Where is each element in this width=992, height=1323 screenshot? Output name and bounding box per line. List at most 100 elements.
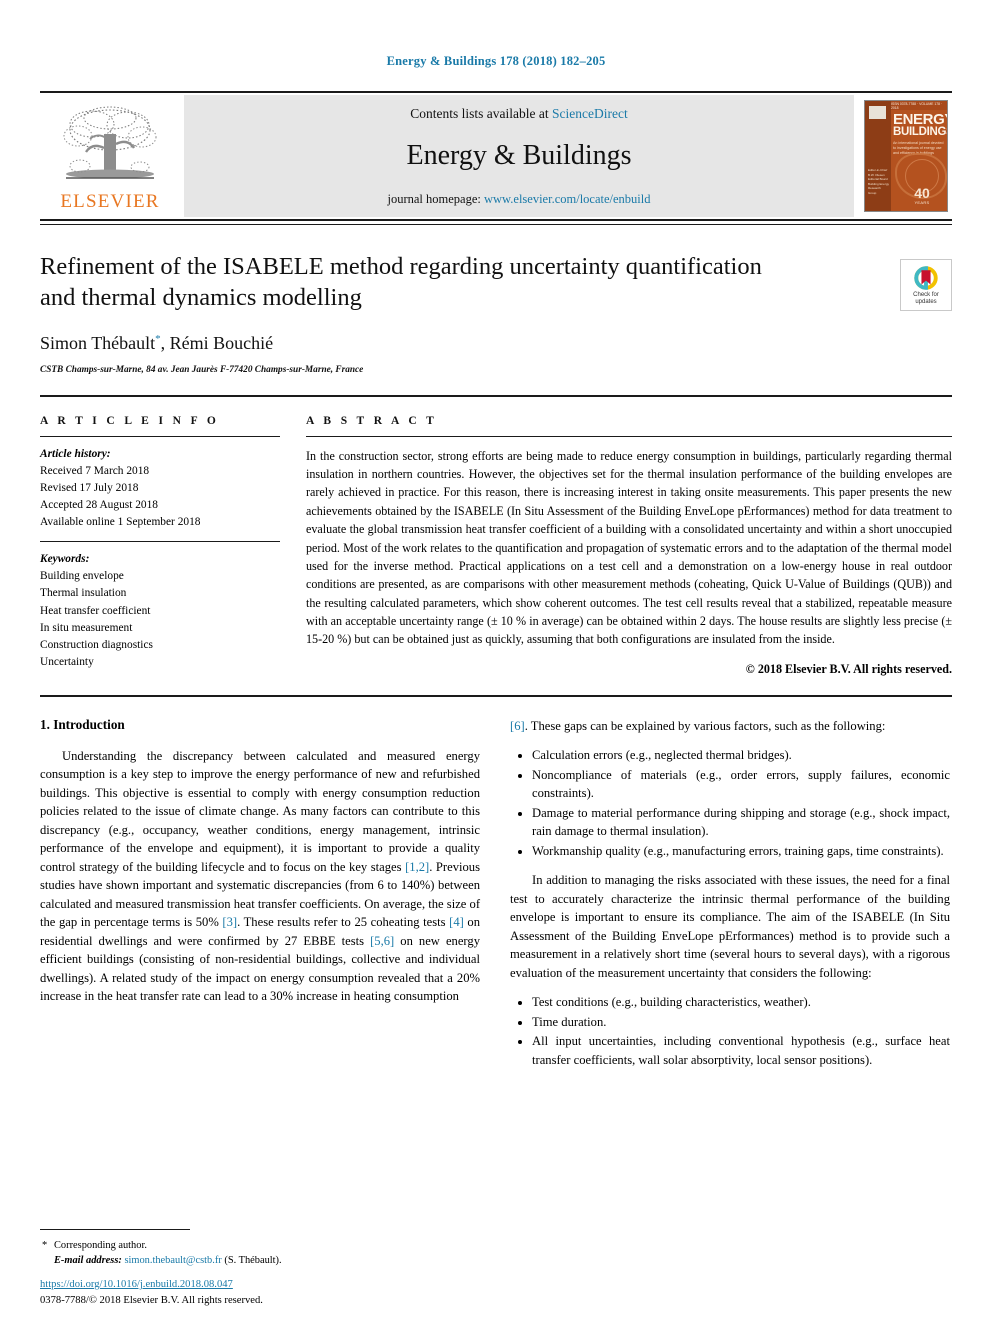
- journal-title: Energy & Buildings: [406, 139, 632, 171]
- crossmark-icon: [914, 265, 938, 290]
- author-list: Simon Thébault*, Rémi Bouchié: [40, 333, 952, 354]
- abstract-text: In the construction sector, strong effor…: [306, 448, 952, 647]
- keyword-item: Uncertainty: [40, 655, 94, 668]
- article-info-panel: A R T I C L E I N F O Article history: R…: [40, 415, 280, 677]
- factors-bullet-list: Calculation errors (e.g., neglected ther…: [510, 746, 950, 860]
- info-abstract-section: A R T I C L E I N F O Article history: R…: [40, 415, 952, 677]
- uncertainty-considerations-list: Test conditions (e.g., building characte…: [510, 993, 950, 1069]
- anniversary-label: YEARS: [914, 200, 930, 205]
- cover-title-line2: BUILDINGS: [893, 126, 948, 138]
- article-first-page: Energy & Buildings 178 (2018) 182–205 EL…: [0, 0, 992, 1323]
- intro-paragraph-left: Understanding the discrepancy between ca…: [40, 747, 480, 1006]
- journal-homepage-link[interactable]: www.elsevier.com/locate/enbuild: [484, 192, 651, 206]
- cover-top-rule: ISSN 0378-7788 · VOLUME 178 · 2018: [891, 101, 947, 110]
- footnote-marker: *: [42, 1239, 48, 1251]
- cover-left-panel: Editor-in-Chief B.W. Olesen Editorial Bo…: [865, 101, 891, 211]
- keyword-item: Construction diagnostics: [40, 638, 153, 651]
- article-info-rule: [40, 435, 280, 437]
- cover-editors-text: Editor-in-Chief B.W. Olesen Editorial Bo…: [868, 168, 890, 195]
- citation-ref-1-2[interactable]: [1,2]: [405, 860, 429, 874]
- email-suffix: (S. Thébault).: [224, 1255, 282, 1267]
- title-bottom-rule: [40, 394, 952, 397]
- crossmark-line1: Check for: [913, 291, 939, 298]
- cover-title-line1: ENERGY: [893, 111, 948, 128]
- sciencedirect-link[interactable]: ScienceDirect: [552, 106, 628, 121]
- cover-title: ENERGY BUILDINGS: [893, 111, 948, 139]
- list-item: Calculation errors (e.g., neglected ther…: [532, 746, 950, 765]
- masthead-center-panel: Contents lists available at ScienceDirec…: [184, 95, 854, 217]
- section-heading-introduction: 1. Introduction: [40, 716, 125, 732]
- article-history-heading: Article history:: [40, 447, 111, 460]
- intro-text-c: . These results refer to 25 coheating te…: [237, 915, 450, 930]
- doi-link[interactable]: https://doi.org/10.1016/j.enbuild.2018.0…: [40, 1279, 233, 1290]
- crossmark-badge[interactable]: Check for updates: [900, 259, 952, 311]
- keywords-rule: [40, 541, 280, 543]
- keyword-item: Heat transfer coefficient: [40, 604, 151, 617]
- email-note: E-mail address: simon.thebault@cstb.fr (…: [40, 1253, 480, 1269]
- intro-paragraph-right-2: In addition to managing the risks associ…: [510, 873, 950, 980]
- journal-masthead: ELSEVIER Contents lists available at Sci…: [40, 91, 952, 219]
- elsevier-logo: ELSEVIER: [40, 93, 180, 219]
- page-title: Refinement of the ISABELE method regardi…: [40, 253, 762, 312]
- title-block: Refinement of the ISABELE method regardi…: [40, 251, 952, 375]
- footnote-block: * Corresponding author. E-mail address: …: [40, 1228, 480, 1269]
- citation-ref-6[interactable]: [6]: [510, 719, 525, 733]
- homepage-prefix: journal homepage:: [387, 191, 484, 206]
- footnote-rule: [40, 1228, 190, 1230]
- keywords-group: Keywords: Building envelope Thermal insu…: [40, 551, 280, 671]
- list-item: Test conditions (e.g., building characte…: [532, 993, 950, 1012]
- citation-ref-4[interactable]: [4]: [449, 915, 464, 929]
- article-info-label: A R T I C L E I N F O: [40, 414, 220, 427]
- abstract-bottom-rule: [40, 694, 952, 697]
- abstract-label: A B S T R A C T: [306, 414, 438, 427]
- authors-names: Simon Thébault*, Rémi Bouchié: [40, 332, 274, 353]
- cover-logo-box: [869, 106, 886, 119]
- issn-copyright-line: 0378-7788/© 2018 Elsevier B.V. All right…: [40, 1295, 263, 1307]
- list-item: Time duration.: [532, 1013, 950, 1032]
- corresponding-author-text: Corresponding author.: [54, 1239, 147, 1251]
- contents-available-line: Contents lists available at ScienceDirec…: [410, 106, 627, 122]
- author-affiliation-marker: *: [155, 332, 161, 345]
- running-head: Energy & Buildings 178 (2018) 182–205: [386, 54, 606, 68]
- keyword-item: Thermal insulation: [40, 587, 127, 600]
- intro-paragraph-right-continued: [6]. These gaps can be explained by vari…: [510, 717, 950, 736]
- body-columns: 1. Introduction Understanding the discre…: [40, 717, 952, 1081]
- elsevier-wordmark: ELSEVIER: [60, 190, 160, 212]
- cover-anniversary-badge: 40 YEARS: [899, 186, 945, 205]
- right-para-1-text: . These gaps can be explained by various…: [524, 718, 886, 733]
- crossmark-line2: updates: [915, 298, 937, 305]
- list-item: All input uncertainties, including conve…: [532, 1032, 950, 1069]
- journal-homepage-line: journal homepage: www.elsevier.com/locat…: [388, 192, 651, 207]
- list-item: Workmanship quality (e.g., manufacturing…: [532, 842, 950, 861]
- intro-text-a: Understanding the discrepancy between ca…: [40, 748, 480, 874]
- citation-ref-3[interactable]: [3]: [222, 915, 237, 929]
- cover-image: Editor-in-Chief B.W. Olesen Editorial Bo…: [864, 100, 948, 212]
- abstract-copyright: © 2018 Elsevier B.V. All rights reserved…: [745, 661, 952, 676]
- email-link[interactable]: simon.thebault@cstb.fr: [124, 1255, 221, 1266]
- anniversary-number: 40: [914, 185, 930, 201]
- contents-prefix: Contents lists available at: [410, 105, 552, 121]
- history-item: Received 7 March 2018: [40, 464, 150, 477]
- article-history-group: Article history: Received 7 March 2018 R…: [40, 446, 280, 532]
- keywords-heading: Keywords:: [40, 553, 90, 566]
- email-label: E-mail address:: [54, 1255, 122, 1267]
- abstract-panel: A B S T R A C T In the construction sect…: [306, 415, 952, 677]
- masthead-bottom-rule: [40, 219, 952, 221]
- list-item: Damage to material performance during sh…: [532, 804, 950, 841]
- history-item: Accepted 28 August 2018: [40, 499, 158, 512]
- abstract-rule: [306, 435, 952, 437]
- corresponding-author-note: * Corresponding author.: [40, 1238, 480, 1254]
- keyword-item: In situ measurement: [40, 621, 133, 634]
- crossmark-label: Check for updates: [913, 292, 939, 306]
- elsevier-tree-icon: [63, 106, 157, 179]
- list-item: Noncompliance of materials (e.g., order …: [532, 766, 950, 803]
- masthead-bottom-rule-thin: [40, 224, 952, 225]
- affiliation: CSTB Champs-sur-Marne, 84 av. Jean Jaurè…: [40, 364, 364, 375]
- citation-ref-5-6[interactable]: [5,6]: [370, 934, 394, 948]
- left-column: 1. Introduction Understanding the discre…: [40, 717, 480, 1081]
- history-item: Available online 1 September 2018: [40, 516, 201, 529]
- history-item: Revised 17 July 2018: [40, 481, 139, 494]
- journal-cover-thumbnail: Editor-in-Chief B.W. Olesen Editorial Bo…: [860, 93, 952, 219]
- doi-block: https://doi.org/10.1016/j.enbuild.2018.0…: [40, 1277, 263, 1309]
- right-column: [6]. These gaps can be explained by vari…: [510, 717, 950, 1081]
